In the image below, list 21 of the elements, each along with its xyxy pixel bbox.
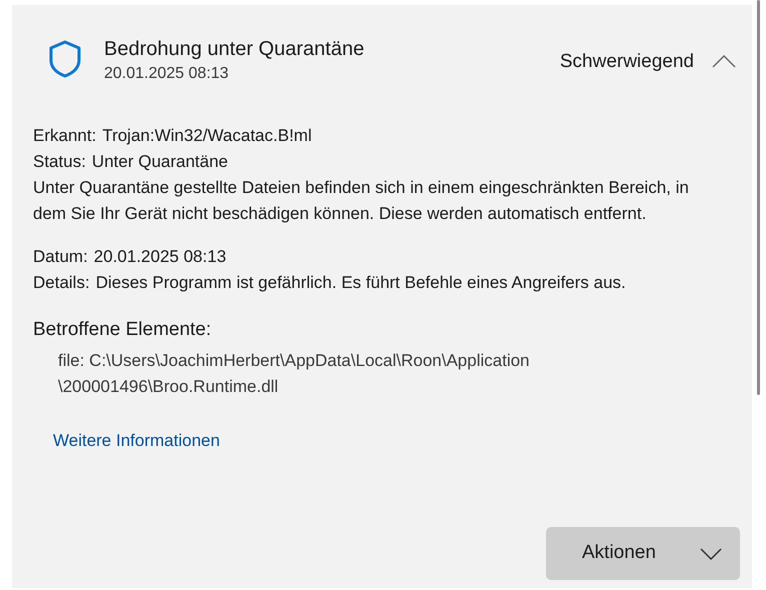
field-value: Unter Quarantäne (92, 151, 228, 173)
description-text: Unter Quarantäne gestellte Dateien befinden sich in einem eingeschränkten Bereich, in dem Sie Ihr Gerät nicht beschädigen können. Diese werden automatisch entfernt. (33, 177, 690, 225)
field-value: Trojan:Win32/Wacatac.B!ml (102, 125, 312, 147)
threat-date: 20.01.2025 08:13 (104, 64, 230, 84)
file-path: file: C:\Users\JoachimHerbert\AppData\Local\Roon\Application (58, 350, 531, 372)
more-info-link[interactable]: Weitere Informationen (53, 428, 220, 454)
scrollbar-thumb[interactable] (756, 0, 760, 395)
threat-title: Bedrohung unter Quarantäne (104, 37, 364, 62)
field-label: Erkannt: (33, 125, 96, 147)
field-value: 20.01.2025 08:13 (94, 246, 226, 268)
actions-button[interactable]: Aktionen (546, 527, 740, 580)
shield-icon (48, 40, 82, 78)
chevron-up-icon (712, 55, 736, 70)
field-label: Datum: (33, 246, 88, 268)
field-value: Dieses Programm ist gefährlich. Es führt Befehle eines Angreifers aus. (96, 272, 626, 294)
severity-label: Schwerwiegend (560, 50, 694, 74)
file-path: \200001496\Broo.Runtime.dll (58, 376, 280, 398)
affected-heading: Betroffene Elemente: (33, 318, 212, 342)
field-label: Status: (33, 151, 86, 173)
field-label: Details: (33, 272, 90, 294)
chevron-down-icon (700, 548, 722, 560)
